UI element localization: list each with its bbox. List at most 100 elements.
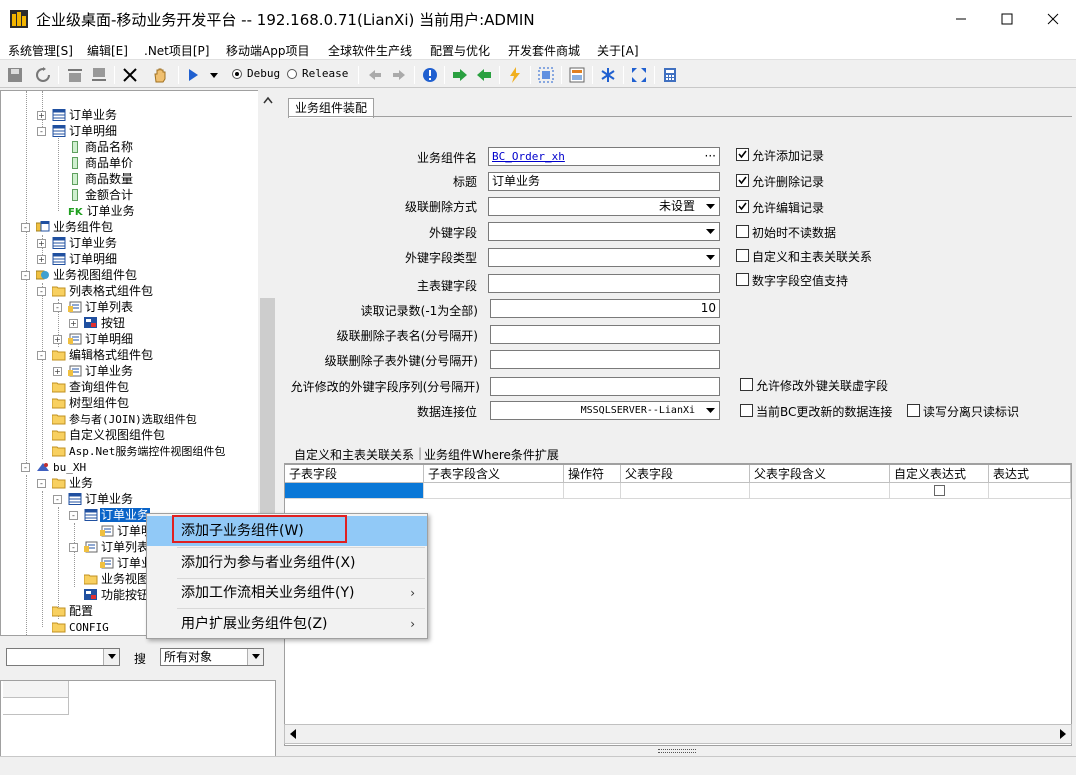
tree-item[interactable]: CONFIG [52,619,110,635]
tree-item[interactable]: 订单业务 [52,107,118,123]
type-filter-dropdown[interactable] [103,649,119,665]
cascade-child-tables-field[interactable] [490,325,720,344]
grid-cell[interactable] [750,483,890,499]
ellipsis-button[interactable]: ··· [705,148,716,165]
cascade-child-fk-field[interactable] [490,350,720,369]
expand-icon[interactable]: + [37,239,46,248]
menu-add-workflow-component[interactable]: 添加工作流相关业务组件(Y) › [147,578,427,608]
tree-item[interactable]: 配置 [52,603,94,619]
tab-custom-relation[interactable]: 自定义和主表关联关系 [294,446,414,463]
datasource-select[interactable]: MSSQLSERVER--LianXi [490,401,720,420]
menu-user-extension-package[interactable]: 用户扩展业务组件包(Z) › [147,609,427,639]
col-operator[interactable]: 操作符 [564,465,621,483]
menu-add-participant-component[interactable]: 添加行为参与者业务组件(X) [147,548,427,578]
snowflake-icon[interactable] [599,66,617,84]
collapse-icon[interactable]: - [21,463,30,472]
option-checkbox[interactable] [736,200,749,213]
expand-icon[interactable]: + [37,255,46,264]
col-parent-field[interactable]: 父表字段 [621,465,750,483]
grid-cell[interactable] [890,483,989,499]
minimize-button[interactable] [938,0,984,38]
tree-item[interactable]: 业务视图组件包 [36,267,138,283]
cascade-delete-select[interactable]: 未设置 [488,197,720,216]
editable-fk-field[interactable] [490,377,720,396]
tree-item[interactable]: 列表格式组件包 [52,283,154,299]
release-radio[interactable] [287,69,297,79]
col-custom-expression[interactable]: 自定义表达式 [890,465,989,483]
grid-cell[interactable] [989,483,1071,499]
tree-item[interactable]: 订单业务 [52,235,118,251]
option-checkbox[interactable] [736,148,749,161]
tree-item[interactable]: 查询组件包 [52,379,130,395]
collapse-icon[interactable]: - [53,303,62,312]
scope-combo[interactable]: 所有对象 [160,648,264,666]
option-checkbox[interactable] [736,273,749,286]
tree-item[interactable]: 按钮 [84,315,126,331]
grid-cell-selected[interactable] [285,483,424,499]
collapse-icon[interactable]: - [37,351,46,360]
tree-item[interactable]: 编辑格式组件包 [52,347,154,363]
menu-about[interactable]: 关于[A] [597,42,639,59]
tree-item[interactable]: 商品单价 [68,155,134,171]
grid-checkbox[interactable] [934,485,945,496]
calculator-icon[interactable] [661,66,679,84]
form-designer-icon[interactable] [568,66,586,84]
collapse-icon[interactable]: - [21,271,30,280]
tree-item[interactable]: 功能按钮 [84,587,150,603]
menu-software-line[interactable]: 全球软件生产线 [328,42,412,59]
grid-cell[interactable] [621,483,750,499]
run-icon[interactable] [184,66,202,84]
allow-fk-virtual-checkbox[interactable] [740,378,753,391]
delete-icon[interactable] [121,66,139,84]
collapse-icon[interactable]: - [37,127,46,136]
expand-icon[interactable]: + [53,367,62,376]
expand-icon[interactable]: + [53,335,62,344]
refresh-icon[interactable] [34,66,52,84]
menu-mobile-app[interactable]: 移动端App项目 [226,42,309,59]
pk-field[interactable] [488,274,720,293]
tree-item[interactable]: 订单列表 [84,539,150,555]
menu-config[interactable]: 配置与优化 [430,42,490,59]
tree-item[interactable]: 业务 [52,475,94,491]
menu-system[interactable]: 系统管理[S] [8,42,73,59]
tree-item[interactable]: 商品名称 [68,139,134,155]
scroll-left-icon[interactable] [289,729,297,739]
tree-item[interactable]: 金额合计 [68,187,134,203]
tree-item[interactable]: 订单业务 [68,491,134,507]
save-icon[interactable] [6,66,24,84]
move-bottom-icon[interactable] [90,66,108,84]
fk-field-select[interactable] [488,222,720,241]
expand-icon[interactable]: + [37,111,46,120]
tree-item[interactable]: bu_XH [36,459,87,475]
option-checkbox[interactable] [736,174,749,187]
collapse-icon[interactable]: - [69,511,78,520]
tree-item[interactable]: 参与者(JOIN)选取组件包 [52,411,198,427]
grid-cell[interactable] [424,483,564,499]
tree-item[interactable]: 订单列表 [68,299,134,315]
option-checkbox[interactable] [736,225,749,238]
tree-item[interactable]: 订单业务 [68,363,134,379]
menu-edit[interactable]: 编辑[E] [87,42,128,59]
collapse-icon[interactable]: - [21,223,30,232]
collapse-icon[interactable]: - [37,479,46,488]
import-icon[interactable] [451,66,469,84]
collapse-icon[interactable]: - [53,495,62,504]
collapse-icon[interactable]: - [69,543,78,552]
col-parent-meaning[interactable]: 父表字段含义 [750,465,890,483]
grid-cell[interactable] [564,483,621,499]
tree-item[interactable]: 自定义视图组件包 [52,427,166,443]
fullscreen-icon[interactable] [630,66,648,84]
tree-item[interactable]: 订单业务 [84,507,151,523]
tree-item[interactable]: 订单明细 [52,251,118,267]
move-top-icon[interactable] [66,66,84,84]
type-filter-combo[interactable] [6,648,120,666]
select-frame-icon[interactable] [537,66,555,84]
col-child-field[interactable]: 子表字段 [285,465,424,483]
back-arrow-icon[interactable] [366,66,384,84]
export-icon[interactable] [475,66,493,84]
grid-hscrollbar[interactable] [284,724,1072,744]
tree-item[interactable]: Asp.Net服务端控件视图组件包 [52,443,226,459]
scroll-right-icon[interactable] [1059,729,1067,739]
fk-type-select[interactable] [488,248,720,267]
tree-item[interactable]: 商品数量 [68,171,134,187]
